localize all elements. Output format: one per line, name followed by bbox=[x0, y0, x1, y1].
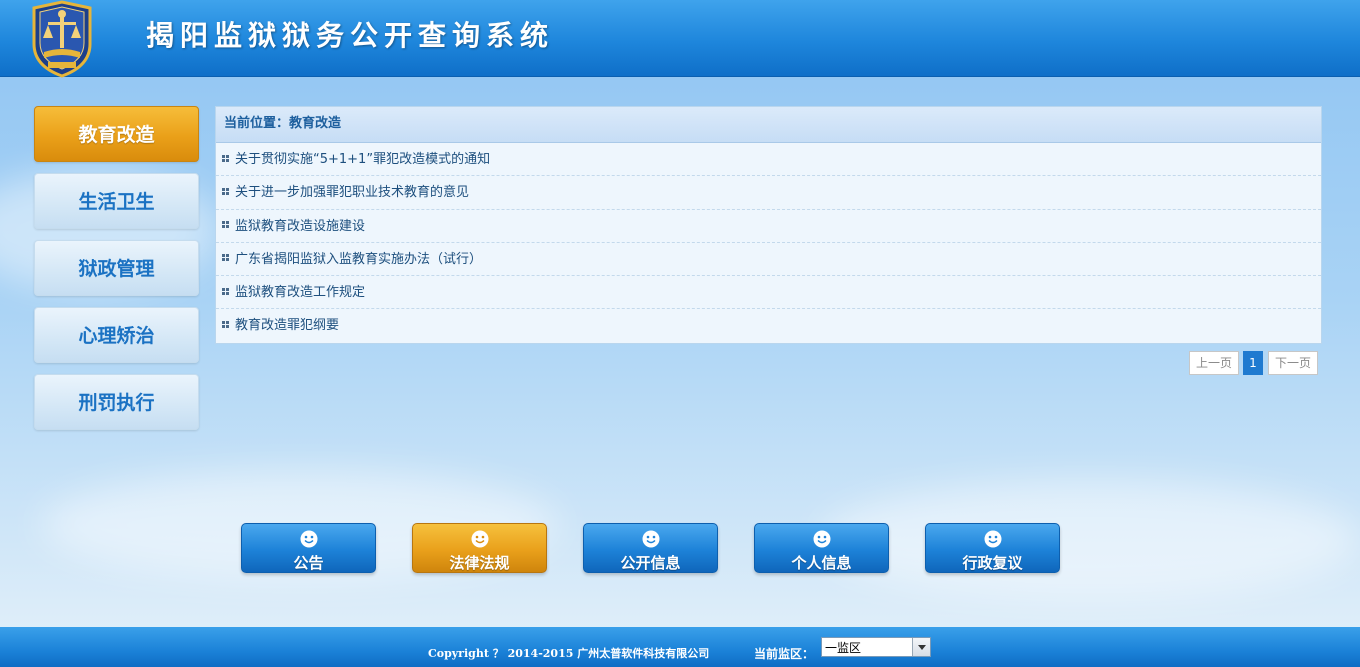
sidebar-item-psychology[interactable]: 心理矫治 bbox=[34, 307, 199, 363]
article-title[interactable]: 监狱教育改造设施建设 bbox=[235, 219, 365, 234]
bullet-icon bbox=[222, 320, 231, 329]
chevron-down-icon[interactable] bbox=[912, 638, 930, 656]
smiley-icon bbox=[300, 530, 318, 548]
bottom-nav-public-info[interactable]: 公开信息 bbox=[583, 523, 718, 573]
bottom-nav-announcement[interactable]: 公告 bbox=[241, 523, 376, 573]
article-list-panel: 当前位置：教育改造 关于贯彻实施“5+1+1”罪犯改造模式的通知 关于进一步加强… bbox=[215, 106, 1322, 344]
sidebar-item-education[interactable]: 教育改造 bbox=[34, 106, 199, 162]
sidebar-item-penalty[interactable]: 刑罚执行 bbox=[34, 374, 199, 430]
footer: Copyright ？ 2014-2015 广州太普软件科技有限公司 当前监区： bbox=[0, 627, 1360, 667]
bullet-icon bbox=[222, 287, 231, 296]
list-item[interactable]: 教育改造罪犯纲要 bbox=[216, 309, 1321, 342]
bottom-nav-label: 个人信息 bbox=[791, 554, 852, 572]
bullet-icon bbox=[222, 221, 231, 229]
page-number-button[interactable]: 1 bbox=[1243, 351, 1263, 375]
article-title[interactable]: 教育改造罪犯纲要 bbox=[235, 318, 339, 333]
bullet-icon bbox=[222, 254, 231, 262]
list-item[interactable]: 关于贯彻实施“5+1+1”罪犯改造模式的通知 bbox=[216, 143, 1321, 177]
bottom-nav-personal-info[interactable]: 个人信息 bbox=[754, 523, 889, 573]
next-page-button[interactable]: 下一页 bbox=[1268, 351, 1318, 375]
sidebar-item-hygiene[interactable]: 生活卫生 bbox=[34, 173, 199, 229]
prev-page-button[interactable]: 上一页 bbox=[1189, 351, 1239, 375]
bottom-nav-label: 公开信息 bbox=[620, 554, 681, 572]
bullet-icon bbox=[222, 154, 231, 163]
cloud-decoration bbox=[820, 480, 1360, 600]
list-item[interactable]: 关于进一步加强罪犯职业技术教育的意见 bbox=[216, 176, 1321, 210]
sidebar: 教育改造 生活卫生 狱政管理 心理矫治 刑罚执行 bbox=[34, 106, 199, 441]
bottom-nav-admin-review[interactable]: 行政复议 bbox=[925, 523, 1060, 573]
article-title[interactable]: 广东省揭阳监狱入监教育实施办法（试行） bbox=[235, 252, 482, 267]
smiley-icon bbox=[984, 530, 1002, 548]
bottom-nav-label: 公告 bbox=[293, 554, 324, 572]
list-item[interactable]: 监狱教育改造设施建设 bbox=[216, 210, 1321, 243]
site-title: 揭阳监狱狱务公开查询系统 bbox=[146, 19, 555, 52]
breadcrumb: 当前位置：教育改造 bbox=[216, 107, 1321, 143]
bottom-nav-label: 行政复议 bbox=[962, 554, 1023, 572]
smiley-icon bbox=[642, 530, 660, 548]
bottom-nav-laws[interactable]: 法律法规 bbox=[412, 523, 547, 573]
copyright-text: Copyright ？ 2014-2015 广州太普软件科技有限公司 bbox=[428, 647, 710, 660]
article-title[interactable]: 关于进一步加强罪犯职业技术教育的意见 bbox=[235, 185, 469, 200]
article-title[interactable]: 监狱教育改造工作规定 bbox=[235, 285, 365, 300]
list-item[interactable]: 广东省揭阳监狱入监教育实施办法（试行） bbox=[216, 243, 1321, 277]
region-select-value: 一监区 bbox=[825, 641, 862, 655]
header-banner: 揭阳监狱狱务公开查询系统 bbox=[0, 0, 1360, 78]
smiley-icon bbox=[471, 530, 489, 548]
sidebar-item-prison-admin[interactable]: 狱政管理 bbox=[34, 240, 199, 296]
police-emblem-icon bbox=[32, 0, 92, 78]
region-label: 当前监区： bbox=[754, 647, 815, 661]
region-select[interactable]: 一监区 bbox=[821, 637, 931, 657]
smiley-icon bbox=[813, 530, 831, 548]
bottom-nav-label: 法律法规 bbox=[449, 554, 510, 572]
article-title[interactable]: 关于贯彻实施“5+1+1”罪犯改造模式的通知 bbox=[235, 152, 490, 167]
bullet-icon bbox=[222, 187, 231, 196]
list-item[interactable]: 监狱教育改造工作规定 bbox=[216, 276, 1321, 310]
